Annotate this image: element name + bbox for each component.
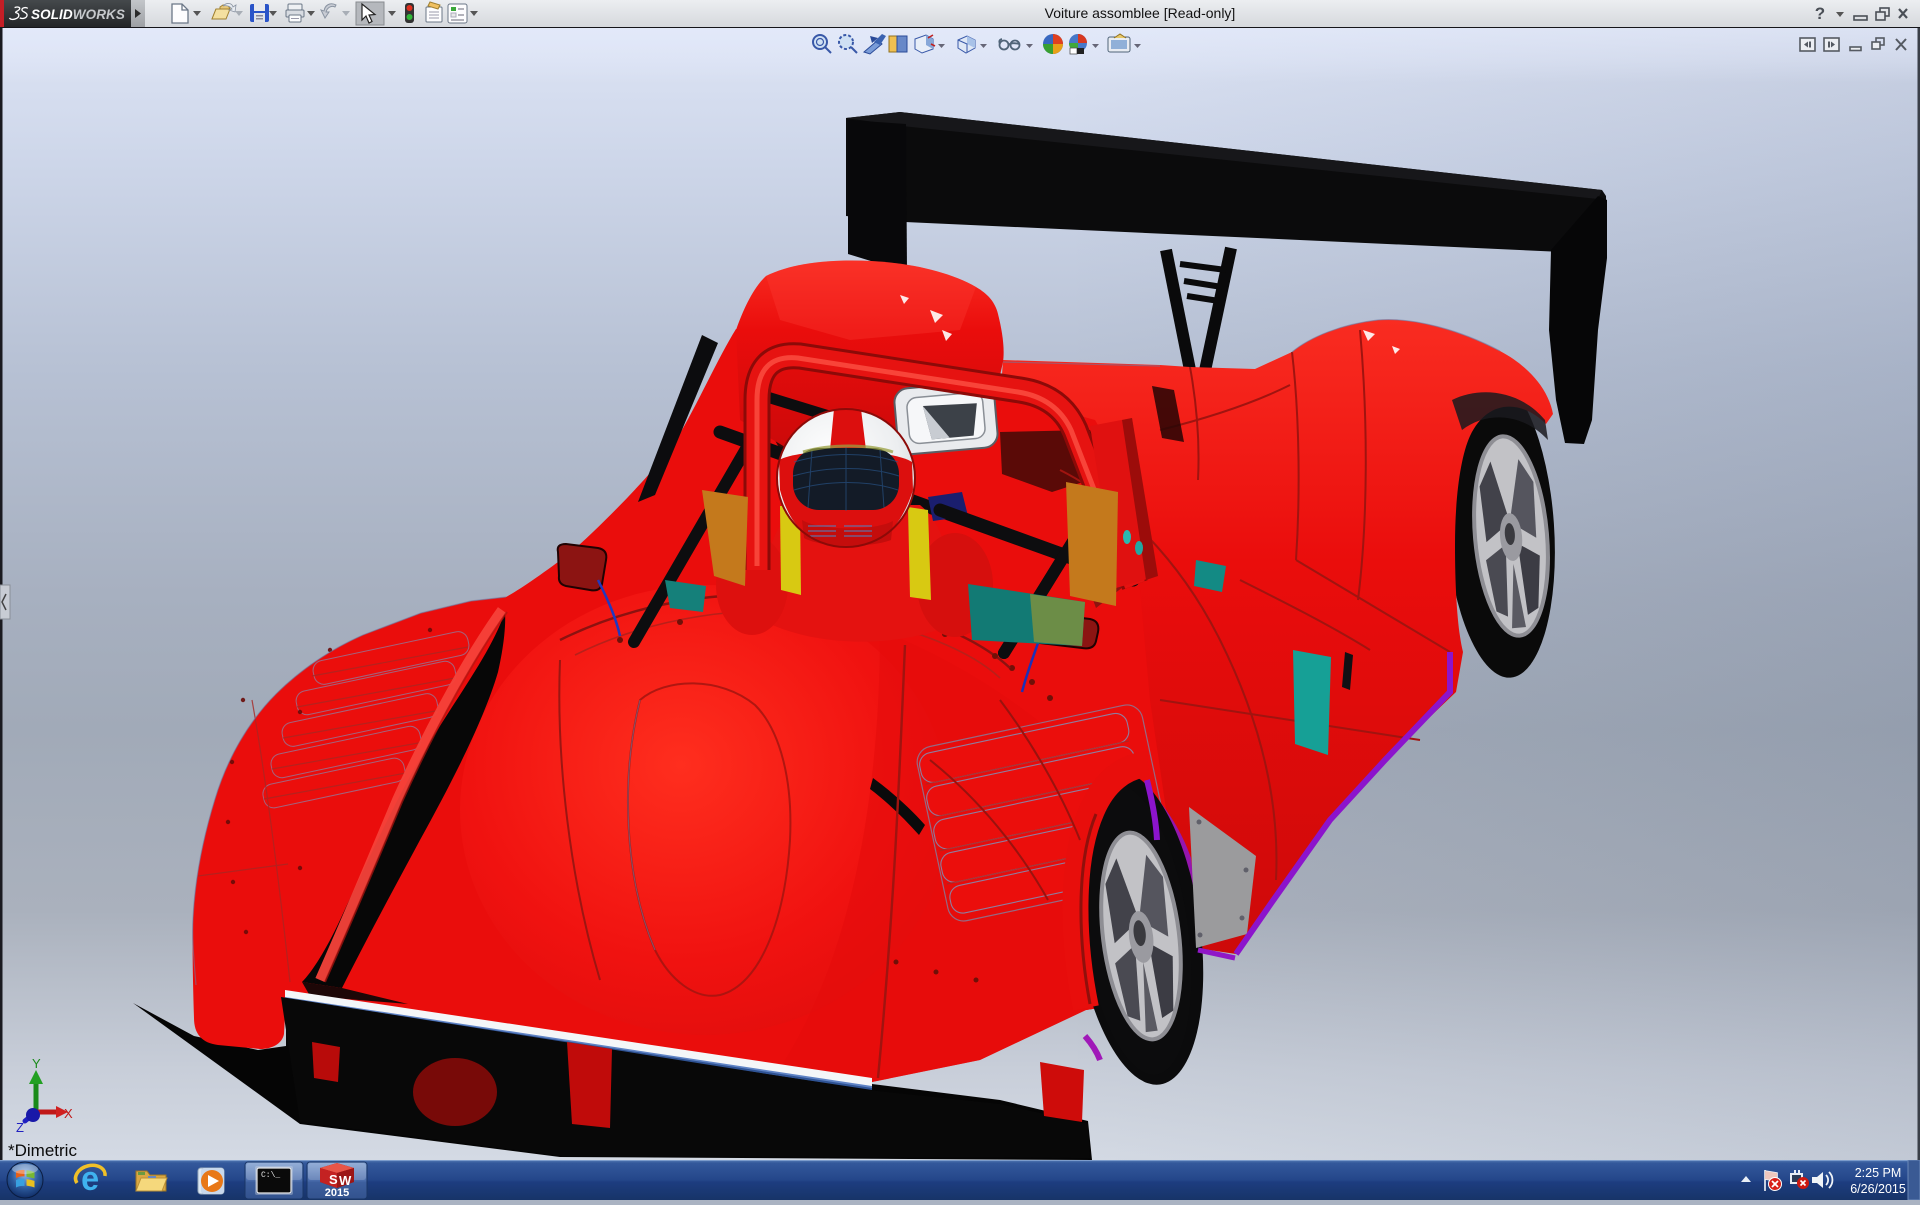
svg-text:*Dimetric: *Dimetric (8, 1141, 77, 1160)
svg-text:2015: 2015 (325, 1187, 349, 1199)
svg-text:Y: Y (32, 1056, 41, 1071)
svg-text:2:25 PM: 2:25 PM (1855, 1166, 1902, 1180)
svg-text:6/26/2015: 6/26/2015 (1850, 1182, 1906, 1196)
svg-text:W: W (339, 1173, 352, 1188)
svg-text:X: X (64, 1106, 73, 1121)
svg-text:C:\_: C:\_ (261, 1171, 280, 1180)
svg-text:Z: Z (16, 1120, 24, 1135)
svg-text:S: S (329, 1172, 338, 1187)
svg-text:?: ? (1815, 4, 1825, 23)
